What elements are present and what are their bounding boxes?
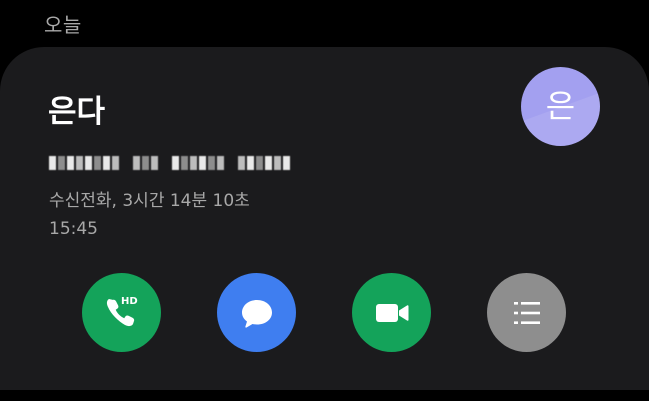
redacted-block (49, 156, 119, 170)
message-bubble-icon (241, 299, 272, 328)
phone-hd-icon: HD (106, 296, 138, 326)
avatar[interactable]: 은 (521, 67, 600, 146)
list-icon (513, 301, 540, 324)
redacted-block (172, 156, 224, 170)
message-button[interactable] (217, 273, 296, 352)
bottom-strip (0, 390, 649, 401)
details-button[interactable] (487, 273, 566, 352)
hd-badge: HD (121, 296, 138, 307)
call-detail: 수신전화, 3시간 14분 10초 (49, 191, 250, 211)
redacted-block (133, 156, 158, 170)
phone-number-redacted (49, 152, 290, 174)
call-time: 15:45 (49, 219, 98, 239)
section-header-today: 오늘 (44, 13, 82, 37)
call-log-screen: 오늘 은다 은 수신전화, 3시간 14분 10초 15:45 HD (0, 0, 649, 401)
video-call-button[interactable] (352, 273, 431, 352)
contact-name: 은다 (48, 94, 106, 130)
avatar-initial: 은 (545, 87, 576, 125)
hd-call-button[interactable]: HD (82, 273, 161, 352)
video-camera-icon (375, 303, 408, 322)
redacted-block (238, 156, 290, 170)
